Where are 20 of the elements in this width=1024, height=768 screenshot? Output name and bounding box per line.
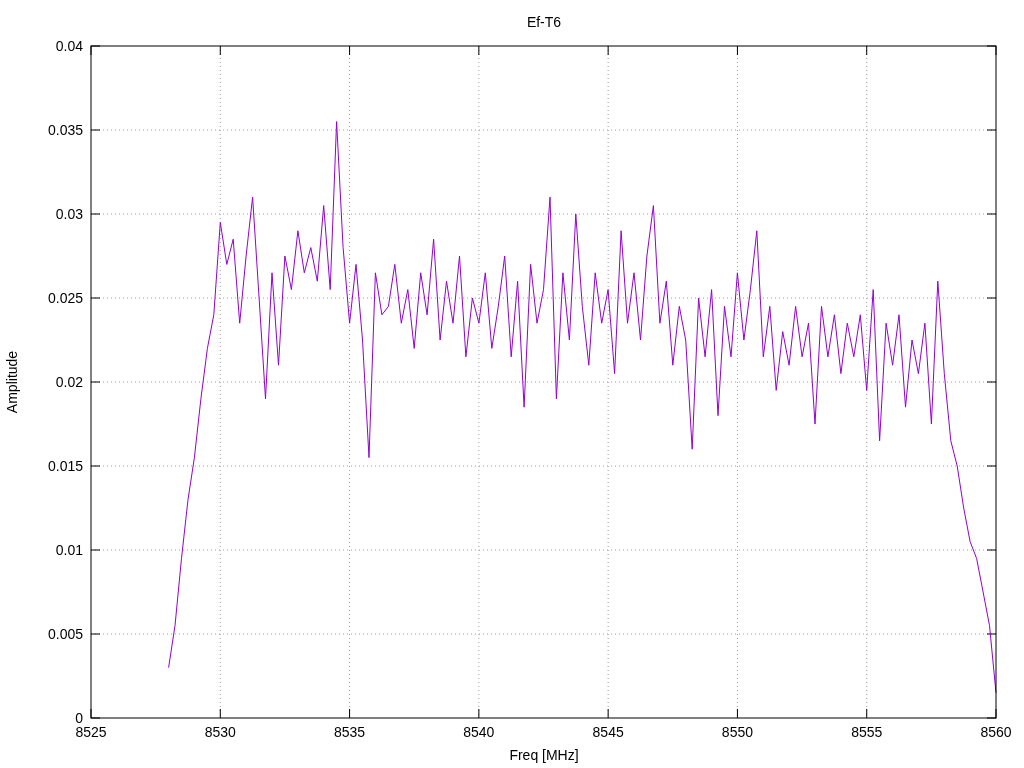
y-axis-label: Amplitude [4,350,20,414]
tick-label: 8545 [592,724,624,740]
tick-label: 8530 [204,724,236,740]
tick-label: 0.01 [55,542,83,558]
tick-label: 0.035 [47,122,83,138]
tick-label: 8535 [334,724,366,740]
tick-label: 0.005 [47,626,83,642]
tick-label: 8555 [851,724,883,740]
tick-label: 0.015 [47,458,83,474]
tick-label: 8525 [75,724,107,740]
tick-label: 0 [75,710,83,726]
tick-label: 0.04 [55,38,83,54]
tick-label: 8540 [463,724,495,740]
tick-label: 8560 [980,724,1012,740]
tick-label: 0.03 [55,206,83,222]
tick-label: 0.025 [47,290,83,306]
tick-label: 8550 [721,724,753,740]
tick-label: 0.02 [55,374,83,390]
x-axis-label: Freq [MHz] [509,747,579,763]
chart-title: Ef-T6 [526,14,562,30]
